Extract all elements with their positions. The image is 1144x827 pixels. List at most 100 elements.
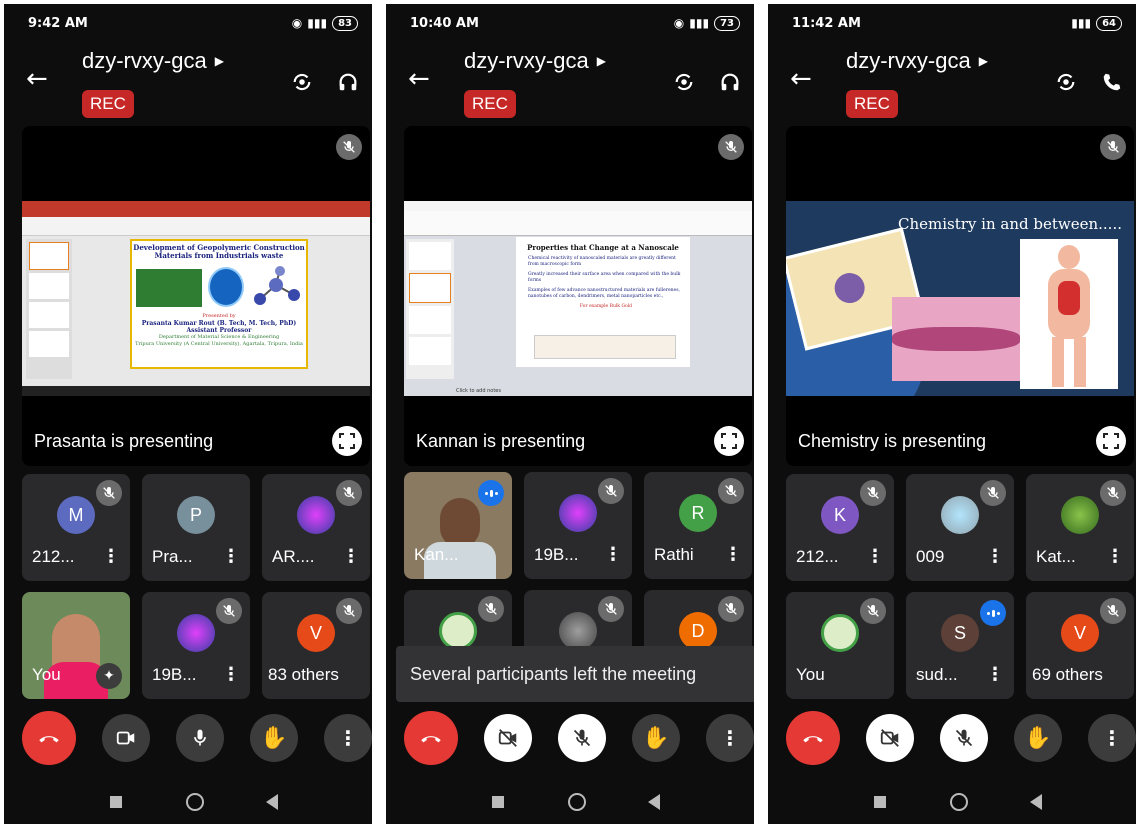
slide-title-line2: Materials from Industrials waste [154,251,284,260]
mic-off-icon [718,134,744,160]
more-options-button[interactable]: ⋮ [1088,714,1136,762]
headphones-icon[interactable] [718,70,742,94]
participant-tile[interactable]: R Rathi ⋮ [644,472,752,579]
more-options-icon[interactable]: ⋮ [986,546,1004,567]
more-options-icon[interactable]: ⋮ [222,664,240,685]
self-tile[interactable]: You [786,592,894,699]
home-icon[interactable] [186,793,204,811]
phone-screen-2: 10:40 AM ◉ ▮▮▮ 73 ← dzy-rvxy-gca ▶ REC P… [386,4,754,824]
participant-tile[interactable]: S sud... ⋮ [906,592,1014,699]
others-tile[interactable]: V 69 others [1026,592,1134,699]
camera-toggle-button[interactable] [866,714,914,762]
back-nav-icon[interactable] [266,794,278,810]
mic-off-icon [336,480,362,506]
slide-photo [136,269,202,307]
more-options-icon[interactable]: ⋮ [986,664,1004,685]
camera-switch-icon[interactable] [672,70,696,94]
more-options-button[interactable]: ⋮ [324,714,372,762]
others-tile[interactable]: V 83 others [262,592,370,699]
recycle-avatar-image [439,612,477,650]
fullscreen-icon[interactable] [332,426,362,456]
avatar: R [679,494,717,532]
caret-right-icon: ▶ [596,54,606,68]
participant-tile[interactable]: P Pra... ⋮ [142,474,250,581]
camera-switch-icon[interactable] [290,70,314,94]
end-call-button[interactable] [404,711,458,765]
more-options-icon[interactable]: ⋮ [724,544,742,565]
hand-icon: ✋ [260,725,288,751]
video-tile[interactable]: Kan... [404,472,512,579]
shared-slide: Chemistry in and between..... [786,201,1134,396]
participant-tile[interactable]: 009 ⋮ [906,474,1014,581]
mic-off-icon [336,134,362,160]
presentation-area[interactable]: Properties that Change at a Nanoscale Ch… [404,126,752,466]
headphones-icon[interactable] [336,70,360,94]
raise-hand-button[interactable]: ✋ [1014,714,1062,762]
meeting-title[interactable]: dzy-rvxy-gca ▶ [464,48,606,74]
university-seal [208,267,244,307]
home-icon[interactable] [950,793,968,811]
recents-icon[interactable] [110,796,122,808]
slide-bullet: Greatly increased their surface area whe… [528,272,681,283]
slide-author: Prasanta Kumar Rout (B. Tech, M. Tech, P… [141,320,297,327]
end-call-button[interactable] [786,711,840,765]
meeting-title[interactable]: dzy-rvxy-gca ▶ [846,48,988,74]
fullscreen-icon[interactable] [1096,426,1126,456]
sparkle-effects-icon[interactable]: ✦ [96,663,122,689]
nanoscale-diagram [534,335,676,359]
participant-name: Kan... [414,545,459,564]
participant-tile[interactable]: AR.... ⋮ [262,474,370,581]
participant-name: You [796,665,825,684]
slide-thumbnails [406,239,454,379]
status-icons: ◉ ▮▮▮ 83 [292,15,358,31]
slide-presented-by: Presented by [202,313,236,319]
end-call-button[interactable] [22,711,76,765]
slide-canvas: Properties that Change at a Nanoscale Ch… [516,237,690,367]
home-icon[interactable] [568,793,586,811]
presenter-label: Prasanta is presenting [34,431,214,451]
mic-off-icon [718,596,744,622]
more-options-icon[interactable]: ⋮ [342,546,360,567]
participant-tile[interactable]: K 212... ⋮ [786,474,894,581]
participant-tile[interactable]: 19B... ⋮ [142,592,250,699]
camera-switch-icon[interactable] [1054,70,1078,94]
self-video-tile[interactable]: You ✦ [22,592,130,699]
participant-name: Kat... [1036,547,1076,566]
more-options-icon[interactable]: ⋮ [604,544,622,565]
signal-icon: ▮▮▮ [1071,16,1092,30]
participant-tile[interactable]: M 212... ⋮ [22,474,130,581]
slide-notes: Click to add notes [456,388,501,394]
mic-off-icon [1100,480,1126,506]
mic-off-icon [1100,598,1126,624]
back-arrow-icon[interactable]: ← [790,66,812,92]
recents-icon[interactable] [492,796,504,808]
presentation-area[interactable]: Development of Geopolymeric Construction… [22,126,370,466]
phone-screen-1: 9:42 AM ◉ ▮▮▮ 83 ← dzy-rvxy-gca ▶ REC De… [4,4,372,824]
meeting-code: dzy-rvxy-gca [846,48,971,73]
more-options-icon[interactable]: ⋮ [102,546,120,567]
mic-toggle-button[interactable] [176,714,224,762]
participant-tile[interactable]: 19B... ⋮ [524,472,632,579]
raise-hand-button[interactable]: ✋ [250,714,298,762]
more-options-icon[interactable]: ⋮ [1106,546,1124,567]
raise-hand-button[interactable]: ✋ [632,714,680,762]
camera-toggle-button[interactable] [102,714,150,762]
fullscreen-icon[interactable] [714,426,744,456]
participant-name: Pra... [152,547,193,566]
meeting-title[interactable]: dzy-rvxy-gca ▶ [82,48,224,74]
back-arrow-icon[interactable]: ← [26,66,48,92]
more-options-button[interactable]: ⋮ [706,714,754,762]
phone-audio-icon[interactable] [1100,70,1124,94]
camera-toggle-button[interactable] [484,714,532,762]
back-arrow-icon[interactable]: ← [408,66,430,92]
recents-icon[interactable] [874,796,886,808]
participant-tile[interactable]: Kat... ⋮ [1026,474,1134,581]
presentation-area[interactable]: Chemistry in and between..... Chemistry … [786,126,1134,466]
back-nav-icon[interactable] [648,794,660,810]
back-nav-icon[interactable] [1030,794,1042,810]
mic-toggle-button[interactable] [940,714,988,762]
more-options-icon[interactable]: ⋮ [222,546,240,567]
mic-off-icon [860,480,886,506]
more-options-icon[interactable]: ⋮ [866,546,884,567]
mic-toggle-button[interactable] [558,714,606,762]
